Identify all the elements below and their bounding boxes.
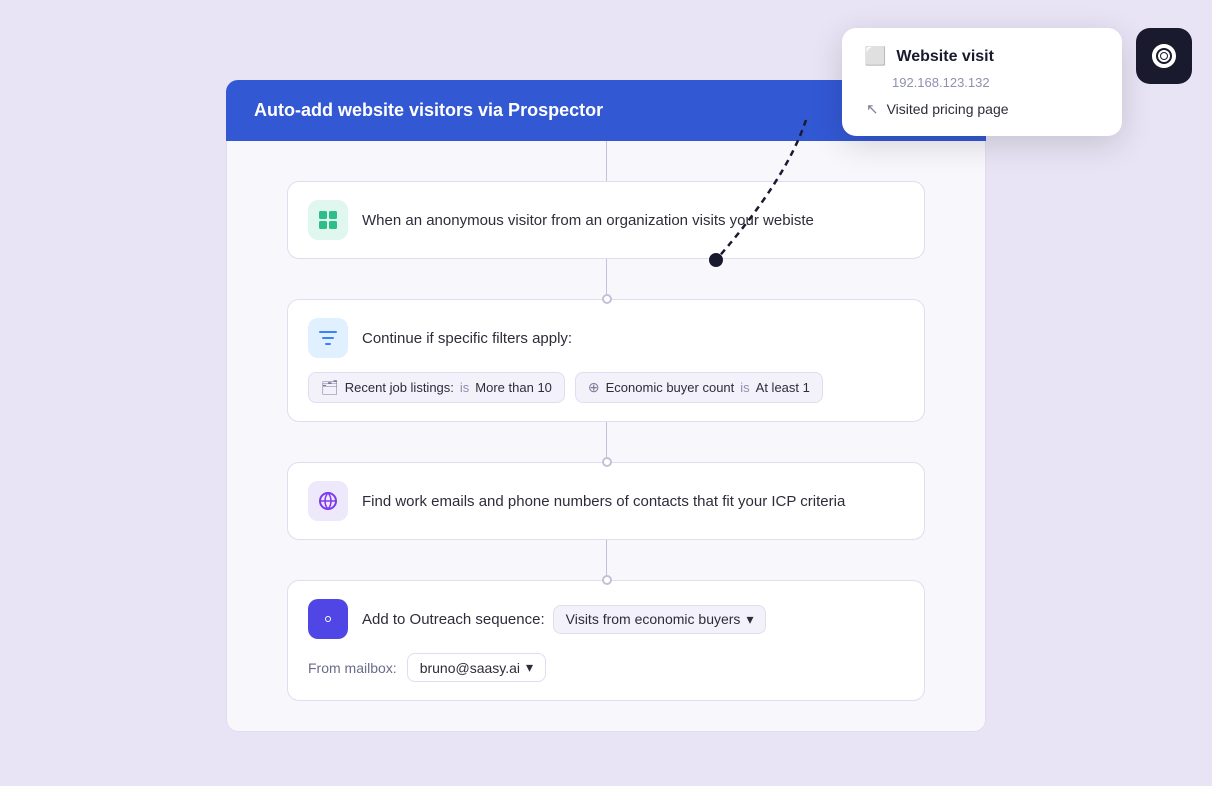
- connector-line-4: [606, 540, 607, 580]
- main-container: ⬜ Website visit 192.168.123.132 ↖ Visite…: [0, 0, 1212, 786]
- step-filter-header: Continue if specific filters apply:: [308, 318, 904, 358]
- prospector-logo-button[interactable]: [1136, 28, 1192, 84]
- economic-icon: ⊕: [588, 379, 600, 396]
- popup-detail: ↖ Visited pricing page: [864, 100, 1100, 118]
- connector-4: [287, 540, 925, 580]
- step-outreach-header: Add to Outreach sequence: Visits from ec…: [308, 599, 904, 639]
- browser-icon: ⬜: [864, 46, 886, 67]
- cursor-icon: ↖: [866, 100, 879, 118]
- dropdown-arrow-icon: ▾: [746, 611, 753, 628]
- connector-line-3: [606, 422, 607, 462]
- step-find-header: Find work emails and phone numbers of co…: [308, 481, 904, 521]
- filter-val-jobs: More than 10: [475, 380, 552, 395]
- outreach-prefix: Add to Outreach sequence:: [362, 611, 545, 628]
- filter-label: Continue if specific filters apply:: [362, 330, 572, 347]
- filter-val-economic: At least 1: [756, 380, 810, 395]
- connector-2: [287, 259, 925, 299]
- filter-tag-jobs[interactable]: 🗂 Recent job listings: is More than 10: [308, 372, 565, 403]
- filter-op-jobs: is: [460, 380, 469, 395]
- filter-tag-economic[interactable]: ⊕ Economic buyer count is At least 1: [575, 372, 823, 403]
- step-find-card: Find work emails and phone numbers of co…: [287, 462, 925, 540]
- filter-icon: [308, 318, 348, 358]
- popup-detail-text: Visited pricing page: [887, 101, 1009, 117]
- popup-ip: 192.168.123.132: [864, 75, 1100, 90]
- filter-tags: 🗂 Recent job listings: is More than 10 ⊕…: [308, 372, 904, 403]
- globe-icon: [308, 481, 348, 521]
- mailbox-value: bruno@saasy.ai: [420, 660, 520, 676]
- mailbox-dropdown-arrow-icon: ▾: [526, 659, 533, 676]
- from-mailbox-row: From mailbox: bruno@saasy.ai ▾: [308, 653, 904, 682]
- connector-3: [287, 422, 925, 462]
- filter-key-economic: Economic buyer count: [606, 380, 735, 395]
- connector-dot-4: [602, 575, 612, 585]
- mailbox-dropdown[interactable]: bruno@saasy.ai ▾: [407, 653, 546, 682]
- website-visit-popup: ⬜ Website visit 192.168.123.132 ↖ Visite…: [842, 28, 1122, 136]
- popup-title: Website visit: [896, 48, 994, 66]
- filter-op-economic: is: [740, 380, 749, 395]
- step-filter-card: Continue if specific filters apply: 🗂 Re…: [287, 299, 925, 422]
- find-label: Find work emails and phone numbers of co…: [362, 493, 845, 510]
- outreach-sequence: Add to Outreach sequence: Visits from ec…: [362, 605, 766, 634]
- steps-area: When an anonymous visitor from an organi…: [226, 141, 986, 732]
- jobs-icon: 🗂: [321, 379, 339, 396]
- sequence-dropdown[interactable]: Visits from economic buyers ▾: [553, 605, 767, 634]
- filter-key-jobs: Recent job listings:: [345, 380, 454, 395]
- connector-line-2: [606, 259, 607, 299]
- outreach-icon: [308, 599, 348, 639]
- from-mailbox-label: From mailbox:: [308, 660, 397, 676]
- connector-dot-3: [602, 457, 612, 467]
- popup-header: ⬜ Website visit: [864, 46, 1100, 67]
- step-outreach-card: Add to Outreach sequence: Visits from ec…: [287, 580, 925, 701]
- sequence-name: Visits from economic buyers: [566, 611, 741, 627]
- connector-dot-2: [602, 294, 612, 304]
